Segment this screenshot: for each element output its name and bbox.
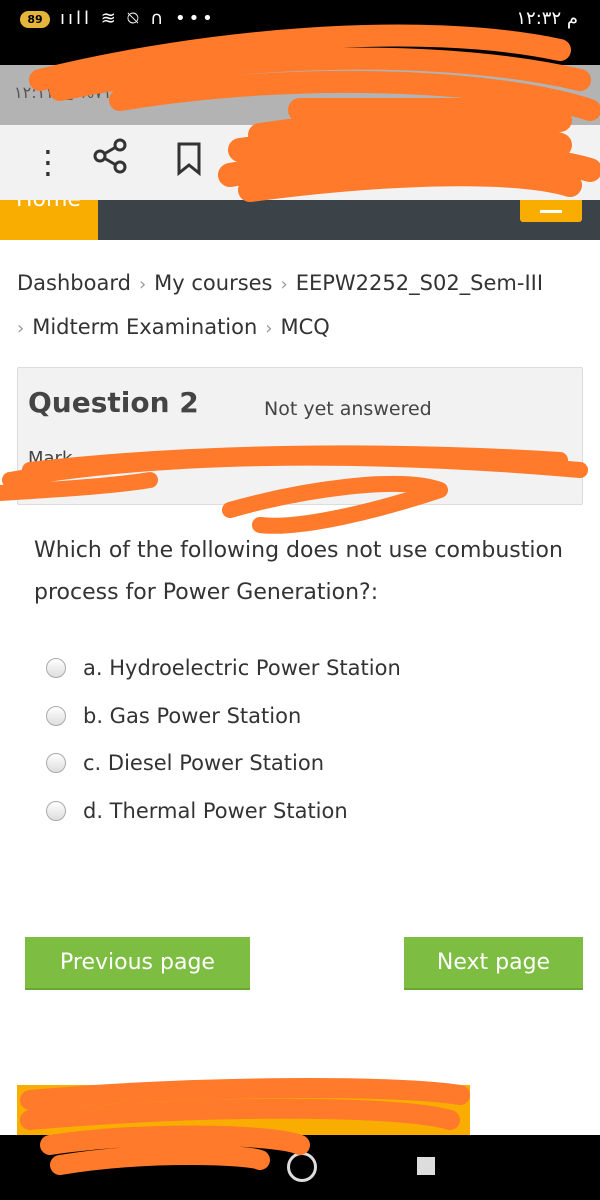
next-page-button[interactable]: Next page — [404, 937, 583, 990]
question-title: Question 2 — [28, 386, 199, 419]
question-text: Which of the following does not use comb… — [34, 538, 563, 605]
question-marks: Mark — [28, 448, 73, 469]
menu-icon — [540, 210, 562, 213]
breadcrumb-mcq[interactable]: MCQ — [281, 315, 330, 339]
url-bar-text: ۱۲:۱۱ ■ %۷۱ — [14, 83, 112, 102]
previous-page-button[interactable]: Previous page — [25, 937, 250, 990]
option-b[interactable]: b. Gas Power Station — [46, 704, 301, 728]
more-vert-icon[interactable]: ⋮ — [32, 143, 64, 181]
status-icons: ııll ≋ ⍉ ∩ ••• — [60, 8, 216, 29]
option-label: a. Hydroelectric Power Station — [83, 656, 401, 680]
option-label: b. Gas Power Station — [83, 704, 302, 728]
radio-button[interactable] — [46, 706, 66, 726]
battery-icon: 89 — [20, 11, 50, 28]
option-d[interactable]: d. Thermal Power Station — [46, 799, 348, 823]
option-label: c. Diesel Power Station — [83, 751, 325, 775]
radio-button[interactable] — [46, 658, 66, 678]
radio-button[interactable] — [46, 753, 66, 773]
finish-attempt-bar[interactable] — [17, 1085, 470, 1135]
site-navbar: Home — [0, 200, 600, 240]
chevron-right-icon: › — [138, 274, 147, 295]
breadcrumb-course[interactable]: EEPW2252_S02_Sem-III — [296, 271, 543, 295]
browser-toolbar: ⋮ — [0, 125, 600, 200]
breadcrumb-my-courses[interactable]: My courses — [154, 271, 272, 295]
chevron-right-icon: › — [265, 318, 273, 339]
question-state: Not yet answered — [264, 398, 432, 420]
chevron-right-icon: › — [17, 318, 25, 339]
status-bar: 89 ııll ≋ ⍉ ∩ ••• ۱۲:۳۲ م — [0, 0, 600, 65]
chevron-right-icon: › — [280, 274, 288, 295]
home-tab[interactable]: Home — [0, 200, 98, 240]
option-a[interactable]: a. Hydroelectric Power Station — [46, 656, 401, 680]
question-info: Question 2 Not yet answered Mark — [17, 367, 583, 505]
breadcrumb-dashboard[interactable]: Dashboard — [17, 271, 131, 295]
home-circle-icon[interactable] — [287, 1152, 317, 1182]
menu-button[interactable] — [520, 200, 582, 222]
bookmark-icon[interactable] — [176, 141, 202, 177]
system-nav-bar — [0, 1135, 600, 1200]
address-bar[interactable]: ۱۲:۱۱ ■ %۷۱ — [0, 65, 600, 125]
breadcrumb: Dashboard › My courses › EEPW2252_S02_Sem-II… — [17, 262, 587, 350]
recents-square-icon[interactable] — [417, 1157, 435, 1175]
radio-button[interactable] — [46, 801, 66, 821]
breadcrumb-exam[interactable]: Midterm Examination — [32, 315, 257, 339]
option-c[interactable]: c. Diesel Power Station — [46, 751, 324, 775]
clock: ۱۲:۳۲ م — [516, 8, 578, 29]
option-label: d. Thermal Power Station — [83, 799, 348, 823]
share-icon[interactable] — [92, 138, 128, 174]
